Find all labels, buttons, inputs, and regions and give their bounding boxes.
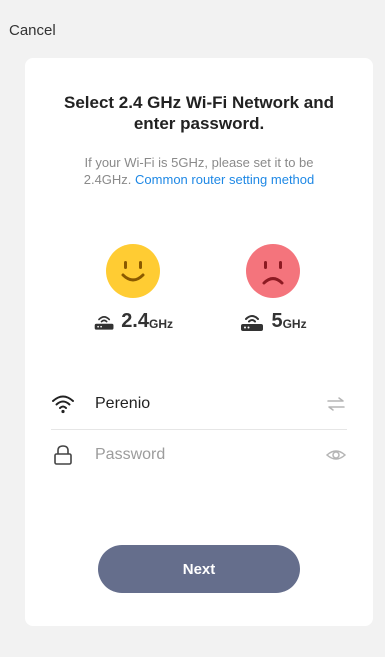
router-icon: [241, 315, 264, 331]
wifi-icon: [52, 395, 74, 414]
instruction-line-1: If your Wi-Fi is 5GHz, please set it to …: [84, 155, 314, 170]
band-5ghz-label: 5 GHz: [233, 308, 313, 332]
sad-face-icon: [246, 244, 300, 298]
title-line-1: Select 2.4 GHz Wi-Fi Network and: [63, 93, 335, 112]
page-title: Select 2.4 GHz Wi-Fi Network and enter p…: [25, 92, 373, 134]
password-row: [51, 433, 347, 477]
band-2-4ghz-label: 2.4 GHz: [93, 308, 173, 332]
lock-icon: [54, 445, 72, 465]
band-number: 2.4: [121, 310, 149, 332]
cancel-button[interactable]: Cancel: [9, 22, 56, 39]
eye-icon[interactable]: [325, 444, 347, 466]
wifi-setup-card: Select 2.4 GHz Wi-Fi Network and enter p…: [25, 58, 373, 626]
instruction-prefix: 2.4GHz.: [83, 172, 132, 187]
instruction-text: If your Wi-Fi is 5GHz, please set it to …: [45, 154, 353, 188]
password-input[interactable]: [95, 446, 325, 464]
wifi-network-row[interactable]: Perenio: [51, 382, 347, 426]
band-5ghz: 5 GHz: [233, 244, 313, 332]
band-number: 5: [271, 310, 283, 332]
switch-network-icon[interactable]: [325, 393, 347, 415]
band-unit: GHz: [149, 317, 173, 331]
next-button[interactable]: Next: [98, 545, 300, 593]
title-line-2: enter password.: [133, 114, 265, 133]
instruction-line-2: 2.4GHz. Common router setting method: [45, 171, 353, 188]
smile-face-icon: [106, 244, 160, 298]
top-bar: Cancel: [0, 0, 385, 52]
router-icon: [94, 316, 114, 330]
router-setting-link[interactable]: Common router setting method: [135, 172, 314, 187]
wifi-network-name: Perenio: [95, 395, 151, 412]
band-unit: GHz: [282, 317, 307, 331]
field-divider: [51, 429, 347, 430]
band-2-4ghz: 2.4 GHz: [93, 244, 173, 332]
